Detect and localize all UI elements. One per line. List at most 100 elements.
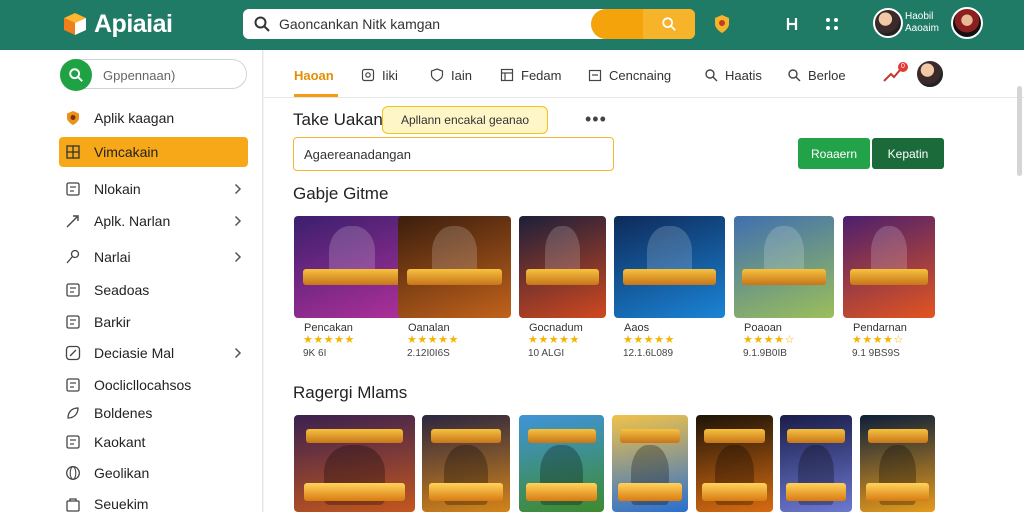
scrollbar[interactable] <box>1017 86 1022 176</box>
shield-icon <box>430 68 444 82</box>
notification-button[interactable]: 0 <box>882 62 908 84</box>
tab-label: Haatis <box>725 67 762 83</box>
primary-button[interactable]: Roaaern <box>798 138 870 169</box>
game-thumbnail <box>294 216 410 318</box>
tab[interactable]: Cencnaing <box>588 66 671 84</box>
sidebar-search-placeholder: Gppennaan) <box>103 68 176 83</box>
top-bar: Apiaiai Gaoncankan Nitk kamgan Haobil Aa… <box>0 0 1024 50</box>
game-thumbnail <box>843 216 935 318</box>
game-thumbnail <box>734 216 834 318</box>
download-count: 9.1 9BS9S <box>852 348 900 359</box>
sidebar-item-label: Kaokant <box>94 434 146 450</box>
sidebar-item[interactable]: Aplik kaagan <box>59 103 248 133</box>
user-name: Haobil Aaoaim <box>905 11 939 34</box>
tab-label: Fedam <box>521 67 562 83</box>
game-card[interactable]: Aaos ★★★★★ 12.1.6L089 <box>614 216 725 359</box>
sidebar-item-label: Deciasie Mal <box>94 345 175 361</box>
active-tab-indicator <box>294 94 338 97</box>
secondary-button[interactable]: Kepatin <box>872 138 944 169</box>
sidebar-item[interactable]: Kaokant <box>59 427 248 457</box>
game-card[interactable]: Oanalan ★★★★★ 2.12I0I6S <box>398 216 511 359</box>
download-count: 9K 6I <box>303 348 327 359</box>
sidebar-item-label: Aplk. Narlan <box>94 213 171 229</box>
sidebar-item[interactable]: Narlai <box>59 242 248 272</box>
game-card[interactable] <box>422 415 510 512</box>
sidebar-item[interactable]: Seuekim <box>59 489 248 512</box>
tab[interactable]: Haoan <box>294 66 334 84</box>
chevron-right-icon <box>234 250 244 264</box>
game-card[interactable]: Gocnadum ★★★★★ 10 ALGI <box>519 216 606 359</box>
game-card[interactable] <box>612 415 688 512</box>
game-title: Poaoan <box>744 322 782 334</box>
sidebar-item[interactable]: Deciasie Mal <box>59 338 248 368</box>
star-rating: ★★★★★ <box>623 334 675 346</box>
sidebar-item[interactable]: Vimcakain <box>59 137 248 167</box>
game-card[interactable] <box>696 415 773 512</box>
sidebar: Gppennaan) Aplik kaagan Vimcakain Nlokain A… <box>0 50 263 512</box>
app-logo[interactable]: Apiaiai <box>62 10 173 38</box>
game-thumbnail <box>614 216 725 318</box>
game-card[interactable]: Poaoan ★★★★☆ 9.1.9B0IB <box>734 216 834 359</box>
game-card[interactable]: Pendarnan ★★★★☆ 9.1 9BS9S <box>843 216 935 359</box>
pin-icon <box>65 249 81 265</box>
game-card[interactable]: Pencakan ★★★★★ 9K 6I <box>294 216 410 359</box>
section-title: Take Uakan <box>293 110 383 129</box>
search-icon <box>787 68 801 82</box>
game-card[interactable] <box>780 415 852 512</box>
download-count: 10 ALGI <box>528 348 565 359</box>
featured-games-title: Gabje Gitme <box>293 184 389 203</box>
tab[interactable]: Berloe <box>787 66 846 84</box>
user-menu[interactable]: Haobil Aaoaim <box>873 7 983 41</box>
download-count: 12.1.6L089 <box>623 348 674 359</box>
search-icon <box>60 59 92 91</box>
bracket-icon[interactable] <box>781 13 803 35</box>
tab[interactable]: Fedam <box>500 66 561 84</box>
tab[interactable]: Iiki <box>361 66 398 84</box>
notification-count: 0 <box>898 62 908 72</box>
grid-icon <box>65 144 81 160</box>
sidebar-search-input[interactable]: Gppennaan) <box>60 59 247 91</box>
tab-label: Haoan <box>294 67 334 83</box>
sidebar-item[interactable]: Geolikan <box>59 458 248 488</box>
chevron-right-icon <box>234 214 244 228</box>
sidebar-item-label: Barkir <box>94 314 131 330</box>
sidebar-item[interactable]: Aplk. Narlan <box>59 206 248 236</box>
sidebar-item[interactable]: Boldenes <box>59 398 248 428</box>
box-icon <box>65 434 81 450</box>
shield-award-icon[interactable] <box>711 13 733 35</box>
sidebar-item-label: Aplik kaagan <box>94 110 175 126</box>
sidebar-item[interactable]: Barkir <box>59 307 248 337</box>
chevron-right-icon <box>234 346 244 360</box>
sidebar-item[interactable]: Nlokain <box>59 174 248 204</box>
badge-icon <box>361 68 375 82</box>
tooltip-badge: Apllann encakal geanao <box>382 106 548 134</box>
search-input[interactable]: Gaoncankan Nitk kamgan <box>243 9 695 39</box>
sidebar-item-label: Narlai <box>94 249 131 265</box>
game-title: Oanalan <box>408 322 450 334</box>
text-field[interactable]: Agaereanadangan <box>293 137 614 171</box>
download-count: 2.12I0I6S <box>407 348 450 359</box>
tab-label: Iiki <box>382 67 398 83</box>
main-content: Haoan Iiki Iain Fedam Cencnaing Haatis Berloe … <box>264 50 1024 512</box>
star-rating: ★★★★★ <box>528 334 580 346</box>
search-icon <box>704 68 718 82</box>
sidebar-item[interactable]: Seadoas <box>59 275 248 305</box>
more-icon[interactable]: ••• <box>585 109 607 130</box>
tab[interactable]: Haatis <box>704 66 762 84</box>
sidebar-item-label: Boldenes <box>94 405 153 421</box>
doc-icon <box>65 282 81 298</box>
game-card[interactable] <box>519 415 604 512</box>
avatar <box>873 8 903 38</box>
sidebar-item-label: Ooclicllocahsos <box>94 377 192 393</box>
game-card[interactable] <box>860 415 935 512</box>
calendar-icon <box>588 68 602 82</box>
avatar[interactable] <box>915 59 945 89</box>
sidebar-item-label: Seadoas <box>94 282 150 298</box>
box-logo-icon <box>64 13 86 35</box>
card-icon <box>65 314 81 330</box>
tab[interactable]: Iain <box>430 66 472 84</box>
search-button[interactable] <box>643 9 695 39</box>
apps-icon[interactable] <box>821 13 843 35</box>
game-card[interactable] <box>294 415 415 512</box>
sidebar-item[interactable]: Ooclicllocahsos <box>59 370 248 400</box>
